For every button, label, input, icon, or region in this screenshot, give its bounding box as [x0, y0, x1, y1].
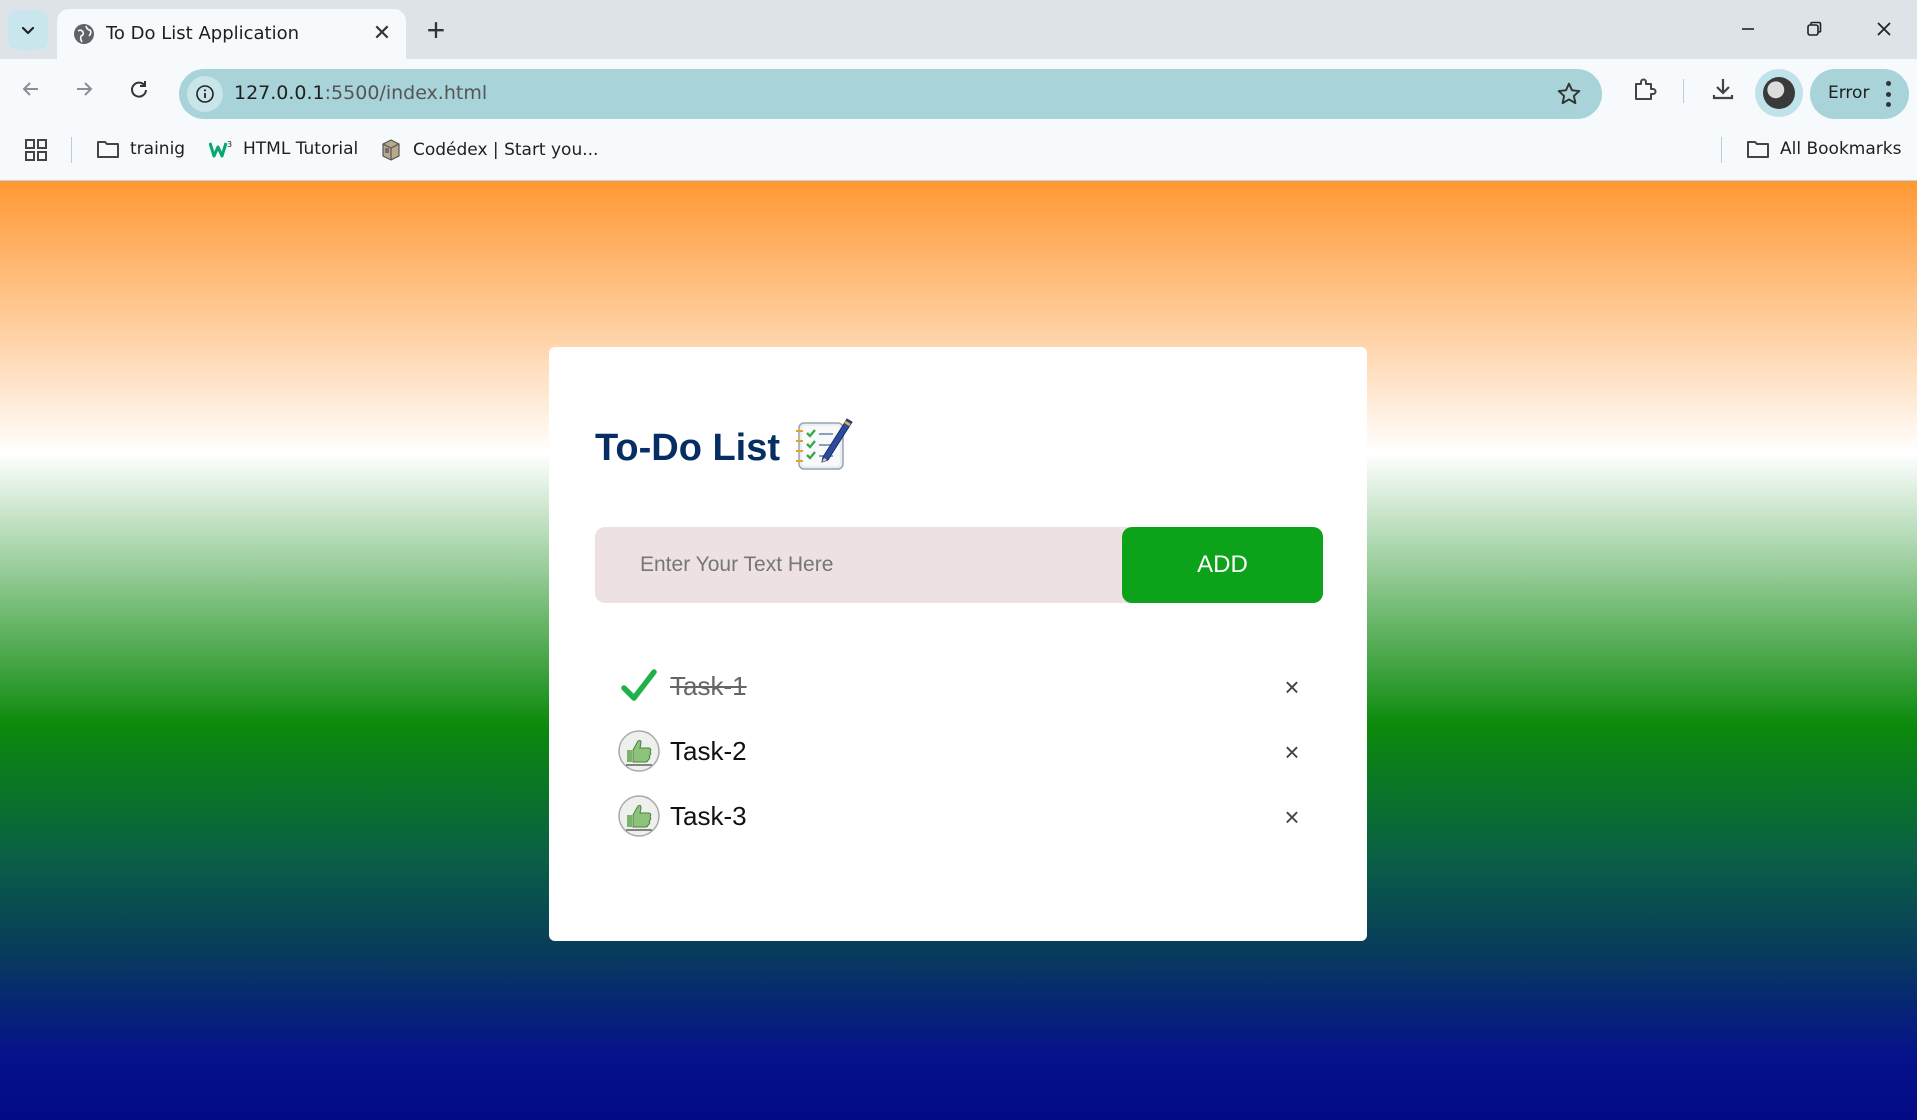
- remove-task-icon[interactable]: ×: [1277, 737, 1307, 767]
- bookmarks-bar: trainig 3 HTML Tutorial Codédex | Start …: [0, 119, 1917, 181]
- downloads-button[interactable]: [1708, 74, 1738, 104]
- download-icon: [1712, 79, 1734, 100]
- all-bookmarks[interactable]: All Bookmarks: [1746, 138, 1901, 160]
- folder-icon: [97, 141, 119, 158]
- tab-search-button[interactable]: [8, 10, 48, 50]
- forward-button[interactable]: [64, 69, 104, 109]
- page-background: To-Do List ADD Task-1 × Tas: [0, 181, 1917, 1120]
- back-button[interactable]: [11, 69, 51, 109]
- codedex-icon: [382, 139, 400, 161]
- browser-toolbar: 127.0.0.1:5500/index.html: [0, 59, 1917, 119]
- bookmark-trainig[interactable]: trainig: [96, 138, 185, 160]
- profile-avatar[interactable]: [1755, 69, 1803, 117]
- minimize-icon: [1742, 28, 1754, 30]
- task-text: Task-1: [670, 671, 747, 701]
- bookmarks-divider: [71, 137, 72, 163]
- arrow-right-icon: [77, 82, 93, 96]
- apps-icon[interactable]: [24, 138, 48, 167]
- chevron-down-icon: [21, 26, 35, 35]
- arrow-left-icon: [22, 82, 38, 96]
- new-tab-button[interactable]: +: [415, 10, 457, 50]
- close-tab-icon[interactable]: ✕: [368, 19, 396, 47]
- task-text: Task-3: [670, 801, 747, 831]
- restore-icon: [1807, 21, 1822, 36]
- extensions-button[interactable]: [1629, 74, 1659, 104]
- task-list: Task-1 × Task-2 × Task-3 ×: [617, 657, 1317, 852]
- check-icon[interactable]: [617, 664, 661, 708]
- task-input-row: ADD: [595, 527, 1323, 603]
- url-host: 127.0.0.1: [234, 82, 325, 104]
- close-icon: [1877, 22, 1891, 36]
- thumbs-up-icon[interactable]: [617, 729, 661, 773]
- bookmark-label: trainig: [130, 139, 186, 159]
- page-title: To-Do List: [595, 427, 781, 469]
- url-text[interactable]: 127.0.0.1:5500/index.html: [234, 82, 487, 104]
- remove-task-icon[interactable]: ×: [1277, 672, 1307, 702]
- task-input[interactable]: [595, 527, 1125, 603]
- list-item[interactable]: Task-2 ×: [617, 722, 1317, 787]
- minimize-button[interactable]: [1716, 5, 1780, 53]
- close-window-button[interactable]: [1852, 5, 1916, 53]
- tab-title: To Do List Application: [106, 23, 300, 44]
- remove-task-icon[interactable]: ×: [1277, 802, 1307, 832]
- globe-icon: [74, 24, 94, 44]
- address-bar[interactable]: 127.0.0.1:5500/index.html: [179, 69, 1602, 119]
- toolbar-divider: [1683, 79, 1684, 103]
- task-text: Task-2: [670, 736, 747, 766]
- kebab-menu-icon[interactable]: [1885, 81, 1891, 107]
- add-button[interactable]: ADD: [1122, 527, 1323, 603]
- folder-icon: [1747, 141, 1769, 158]
- active-tab[interactable]: To Do List Application ✕: [57, 9, 406, 59]
- todo-card: To-Do List ADD Task-1 × Tas: [549, 347, 1367, 941]
- site-info-icon[interactable]: [187, 76, 223, 112]
- reload-icon: [131, 81, 147, 98]
- bookmark-label: Codédex | Start you...: [413, 140, 599, 160]
- profile-error-label: Error: [1828, 83, 1870, 103]
- list-item[interactable]: Task-1 ×: [617, 657, 1317, 722]
- avatar-image: [1763, 77, 1795, 109]
- reload-button[interactable]: [119, 69, 159, 109]
- profile-error-button[interactable]: Error: [1810, 69, 1909, 119]
- bookmark-codedex[interactable]: Codédex | Start you...: [379, 138, 598, 162]
- url-path: :5500/index.html: [324, 82, 488, 104]
- svg-text:3: 3: [227, 140, 232, 149]
- notepad-checklist-icon: [796, 418, 853, 470]
- list-item[interactable]: Task-3 ×: [617, 787, 1317, 852]
- all-bookmarks-label: All Bookmarks: [1780, 139, 1902, 159]
- bookmark-html-tutorial[interactable]: 3 HTML Tutorial: [209, 138, 358, 160]
- bookmark-star-icon[interactable]: [1556, 81, 1582, 107]
- bookmarks-divider: [1721, 137, 1722, 163]
- bookmark-label: HTML Tutorial: [243, 139, 359, 159]
- puzzle-icon: [1635, 78, 1657, 100]
- w3schools-icon: 3: [209, 140, 232, 158]
- restore-button[interactable]: [1782, 5, 1846, 53]
- tab-strip: To Do List Application ✕ +: [0, 0, 1917, 59]
- thumbs-up-icon[interactable]: [617, 794, 661, 838]
